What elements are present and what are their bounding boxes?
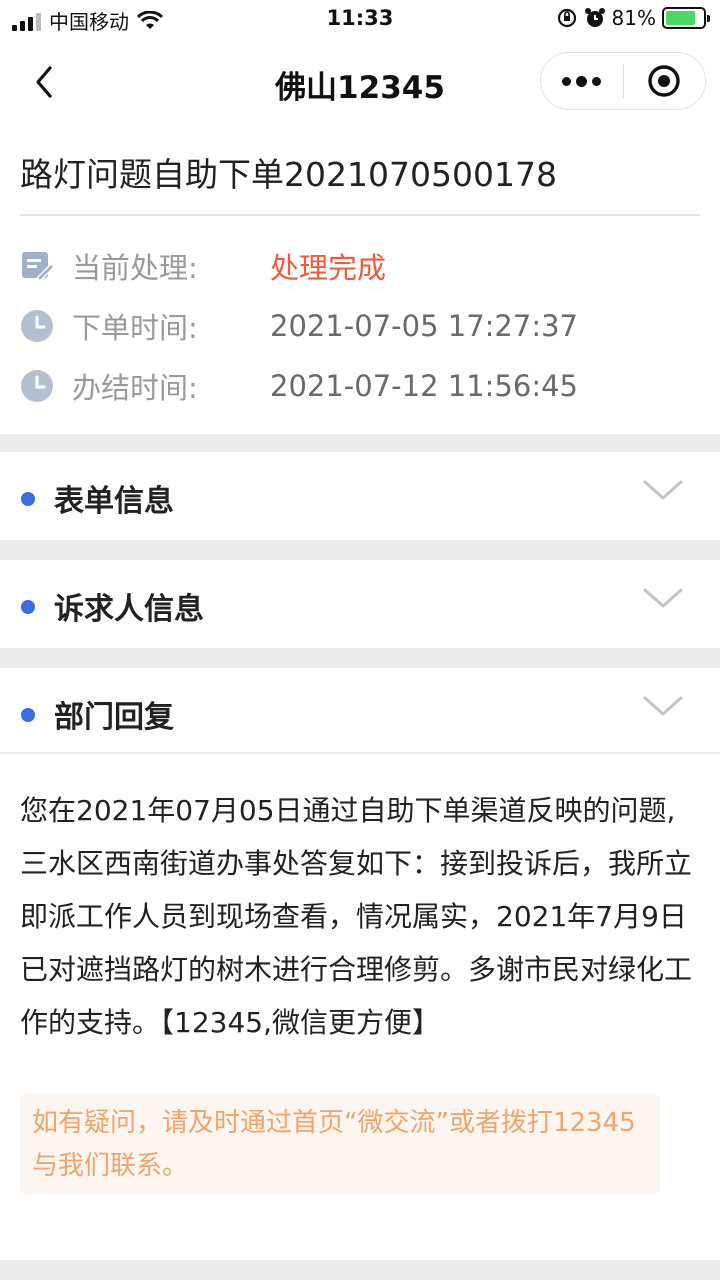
- more-dots-icon: [562, 75, 602, 87]
- alarm-icon: [584, 8, 605, 27]
- section-label: 部门回复: [54, 700, 174, 735]
- reply-text: 您在2021年07月05日通过自助下单渠道反映的问题,三水区西南街道办事处答复如…: [20, 794, 693, 1039]
- section-label: 表单信息: [54, 484, 174, 519]
- section-form-info[interactable]: 表单信息: [0, 452, 720, 540]
- divider: [20, 214, 700, 216]
- notice-text: 如有疑问，请及时通过首页“微交流”或者拨打12345与我们联系。: [32, 1108, 636, 1181]
- close-button[interactable]: [624, 53, 706, 109]
- info-row-complete-time: 办结时间: 2021-07-12 11:56:45: [20, 366, 578, 406]
- separator: [0, 1260, 720, 1280]
- info-label: 办结时间:: [72, 371, 198, 405]
- separator: [0, 648, 720, 668]
- chevron-down-icon[interactable]: [642, 692, 684, 722]
- info-label: 下单时间:: [72, 311, 198, 345]
- nav-bar: 佛山12345: [0, 40, 720, 124]
- order-time-value: 2021-07-05 17:27:37: [270, 309, 578, 343]
- separator: [0, 434, 720, 452]
- separator: [0, 540, 720, 560]
- info-row-order-time: 下单时间: 2021-07-05 17:27:37: [20, 306, 578, 346]
- battery-level: [666, 11, 696, 25]
- battery-icon: [662, 7, 710, 29]
- edit-note-icon: [22, 252, 54, 281]
- more-button[interactable]: [541, 53, 623, 109]
- bullet-dot: [21, 708, 35, 722]
- bullet-dot: [21, 600, 35, 614]
- clock-icon: [21, 310, 53, 342]
- clock-icon: [21, 370, 53, 402]
- status-bar: 中国移动 11:33 81%: [0, 0, 720, 40]
- miniprogram-capsule: [540, 52, 706, 110]
- chevron-down-icon[interactable]: [642, 476, 684, 506]
- battery-percent: 81%: [611, 6, 656, 30]
- target-circle-icon: [648, 65, 680, 97]
- rotation-lock-icon: [557, 8, 576, 28]
- info-label: 当前处理:: [72, 251, 198, 285]
- bullet-dot: [21, 492, 35, 506]
- section-label: 诉求人信息: [54, 592, 204, 627]
- complete-time-value: 2021-07-12 11:56:45: [270, 369, 578, 403]
- order-summary-card: 路灯问题自助下单2021070500178 当前处理: 处理完成 下单时间: 2…: [0, 124, 720, 434]
- status-right: 81%: [556, 6, 710, 30]
- chevron-down-icon[interactable]: [642, 584, 684, 614]
- section-requester-info[interactable]: 诉求人信息: [0, 560, 720, 648]
- order-title: 路灯问题自助下单2021070500178: [20, 155, 557, 194]
- section-department-reply[interactable]: 部门回复: [0, 668, 720, 752]
- status-value: 处理完成: [270, 251, 387, 285]
- contact-notice: 如有疑问，请及时通过首页“微交流”或者拨打12345与我们联系。: [20, 1094, 660, 1194]
- department-reply-body: 您在2021年07月05日通过自助下单渠道反映的问题,三水区西南街道办事处答复如…: [0, 754, 720, 1260]
- info-row-status: 当前处理: 处理完成: [20, 246, 386, 286]
